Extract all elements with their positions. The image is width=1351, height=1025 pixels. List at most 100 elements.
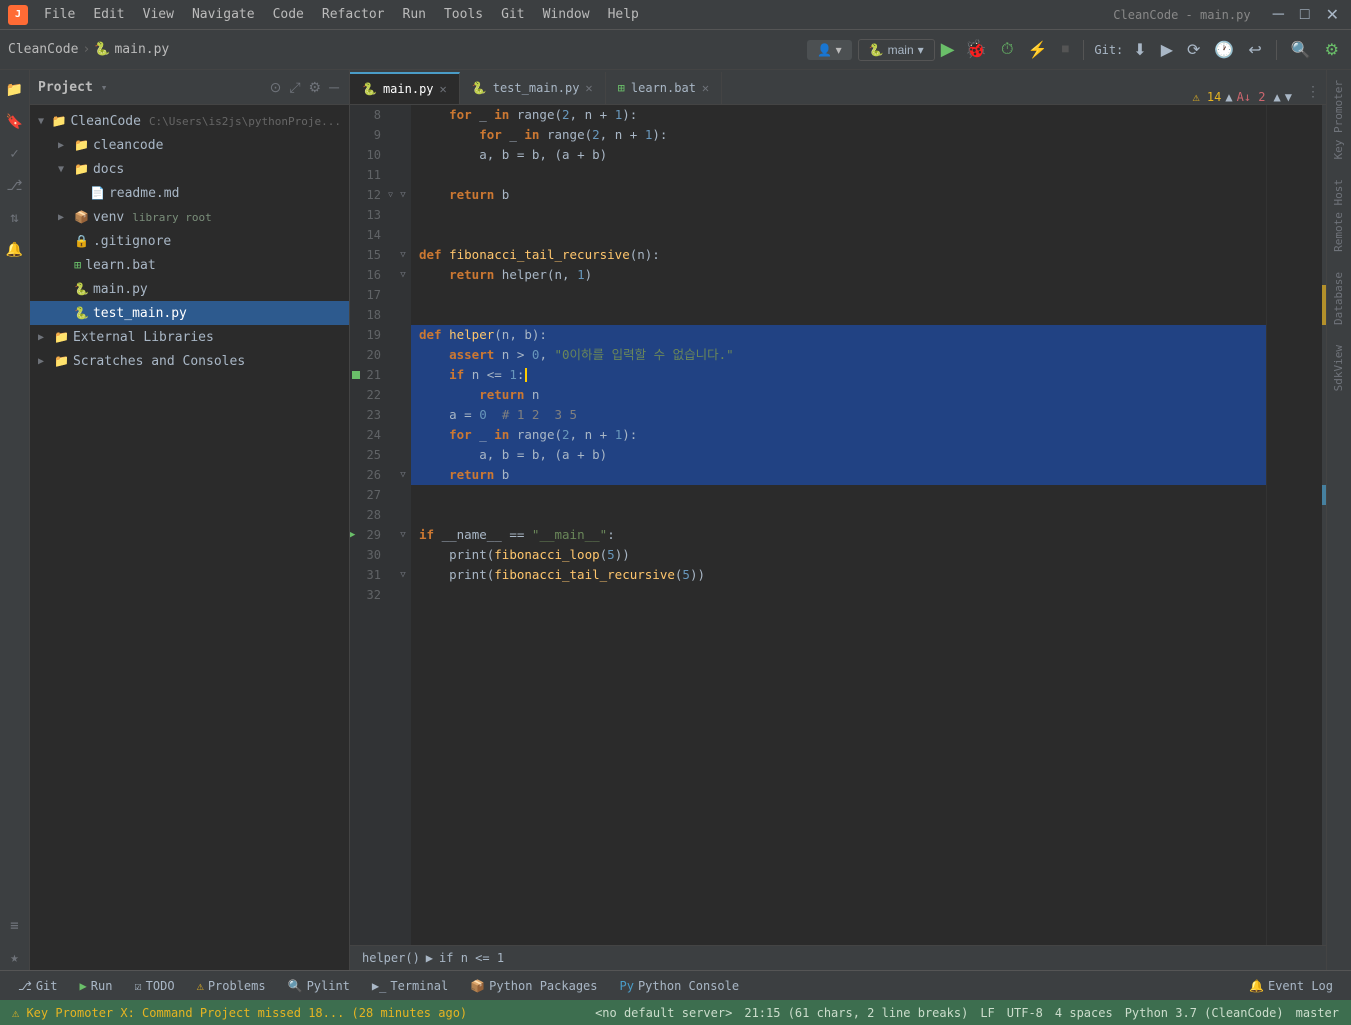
bottom-tab-run[interactable]: ▶ Run xyxy=(70,976,123,996)
gutter-26[interactable]: ▽ xyxy=(395,465,411,485)
panel-target-btn[interactable]: ⊙ xyxy=(268,77,284,98)
breadcrumb-file[interactable]: main.py xyxy=(114,42,169,57)
sidebar-bookmarks2-icon[interactable]: ★ xyxy=(3,946,27,970)
tree-scratches[interactable]: ▶ 📁 Scratches and Consoles xyxy=(30,349,349,373)
menu-run[interactable]: Run xyxy=(395,5,434,24)
menu-navigate[interactable]: Navigate xyxy=(184,5,263,24)
menu-edit[interactable]: Edit xyxy=(85,5,132,24)
sidebar-commit-icon[interactable]: ✓ xyxy=(3,142,27,166)
sidebar-structure-icon[interactable]: ≡ xyxy=(3,914,27,938)
breadcrumb-project[interactable]: CleanCode xyxy=(8,42,78,57)
bottom-tab-todo[interactable]: ☑ TODO xyxy=(124,976,184,996)
code-breadcrumb-condition[interactable]: if n <= 1 xyxy=(439,951,504,965)
code-breadcrumb-helper[interactable]: helper() xyxy=(362,951,420,965)
gutter-15[interactable]: ▽ xyxy=(395,245,411,265)
bottom-tab-pyconsole[interactable]: Py Python Console xyxy=(610,976,750,996)
readme-label: readme.md xyxy=(109,186,179,201)
project-dropdown-icon[interactable]: ▾ xyxy=(101,81,108,94)
bottom-tab-git[interactable]: ⎇ Git xyxy=(8,976,68,996)
branch-btn[interactable]: 🐍 main ▾ xyxy=(858,39,935,61)
panel-gear-btn[interactable]: ⚙ xyxy=(307,77,324,98)
sidebar-pull-icon[interactable]: ⇅ xyxy=(3,206,27,230)
tab-main-py[interactable]: 🐍 main.py ✕ xyxy=(350,72,460,104)
sidebar-bookmark-icon[interactable]: 🔖 xyxy=(3,110,27,134)
menu-code[interactable]: Code xyxy=(265,5,312,24)
tab-bat-close[interactable]: ✕ xyxy=(702,81,709,95)
right-label-keypromoter[interactable]: Key Promoter xyxy=(1327,70,1351,169)
venv-icon: 📦 xyxy=(74,210,89,224)
gutter-12[interactable]: ▽ xyxy=(395,185,411,205)
search-btn[interactable]: 🔍 xyxy=(1287,38,1315,62)
right-label-remotehost[interactable]: Remote Host xyxy=(1327,169,1351,262)
tree-testmainpy[interactable]: ▶ 🐍 test_main.py xyxy=(30,301,349,325)
minimap[interactable] xyxy=(1266,105,1326,945)
menu-git[interactable]: Git xyxy=(493,5,532,24)
tab-learn-bat[interactable]: ⊞ learn.bat ✕ xyxy=(606,72,723,104)
right-label-sdkview[interactable]: SdkView xyxy=(1327,335,1351,401)
tree-root[interactable]: ▼ 📁 CleanCode C:\Users\is2js\pythonProje… xyxy=(30,109,349,133)
settings-btn[interactable]: ⚙ xyxy=(1321,38,1343,62)
git-push-btn[interactable]: ▶ xyxy=(1157,38,1177,62)
tree-venv[interactable]: ▶ 📦 venv library root xyxy=(30,205,349,229)
status-line-ending[interactable]: LF xyxy=(980,1006,994,1020)
git-update-btn[interactable]: ⟳ xyxy=(1183,38,1204,62)
tree-docs[interactable]: ▼ 📁 docs xyxy=(30,157,349,181)
run-button[interactable]: ▶ xyxy=(941,39,955,60)
bottom-tab-pypackages[interactable]: 📦 Python Packages xyxy=(460,976,607,996)
gutter-29[interactable]: ▽ xyxy=(395,525,411,545)
user-btn[interactable]: 👤 ▾ xyxy=(807,40,851,60)
nav-up-btn[interactable]: ▲ xyxy=(1274,90,1281,104)
panel-expand-btn[interactable]: ⤢ xyxy=(287,77,302,98)
debug-btn[interactable]: 🐞 xyxy=(961,37,991,62)
tree-cleancode[interactable]: ▶ 📁 cleancode xyxy=(30,133,349,157)
maximize-btn[interactable]: □ xyxy=(1296,3,1314,27)
code-content[interactable]: for _ in range(2, n + 1): for _ in range… xyxy=(411,105,1266,945)
main-layout: 📁 🔖 ✓ ⎇ ⇅ 🔔 ≡ ★ Project ▾ ⊙ ⤢ ⚙ ─ ▼ 📁 Cl… xyxy=(0,70,1351,970)
gutter-16[interactable]: ▽ xyxy=(395,265,411,285)
stop-btn[interactable]: ⏹ xyxy=(1057,39,1073,61)
git-history-btn[interactable]: 🕐 xyxy=(1210,38,1238,62)
gutter-31[interactable]: ▽ xyxy=(395,565,411,585)
status-server[interactable]: <no default server> xyxy=(595,1006,732,1020)
tree-extlibs[interactable]: ▶ 📁 External Libraries xyxy=(30,325,349,349)
profile-btn[interactable]: ⚡ xyxy=(1023,38,1051,62)
menu-file[interactable]: File xyxy=(36,5,83,24)
bottom-tab-problems[interactable]: ⚠ Problems xyxy=(187,976,276,996)
sidebar-project-icon[interactable]: 📁 xyxy=(3,78,27,102)
tree-learnbat[interactable]: ▶ ⊞ learn.bat xyxy=(30,253,349,277)
error-arrow-up[interactable]: ▲ xyxy=(1225,90,1232,104)
menu-window[interactable]: Window xyxy=(535,5,598,24)
sidebar-git-icon[interactable]: ⎇ xyxy=(3,174,27,198)
minimize-btn[interactable]: ─ xyxy=(1269,3,1288,27)
tree-mainpy[interactable]: ▶ 🐍 main.py xyxy=(30,277,349,301)
menu-view[interactable]: View xyxy=(135,5,182,24)
menu-help[interactable]: Help xyxy=(600,5,647,24)
nav-down-btn[interactable]: ▼ xyxy=(1285,90,1292,104)
fold-12-icon[interactable]: ▽ xyxy=(388,185,393,205)
status-indent[interactable]: 4 spaces xyxy=(1055,1006,1113,1020)
tree-readme[interactable]: ▶ 📄 readme.md xyxy=(30,181,349,205)
menu-tools[interactable]: Tools xyxy=(436,5,491,24)
menu-refactor[interactable]: Refactor xyxy=(314,5,393,24)
tree-gitignore[interactable]: ▶ 🔒 .gitignore xyxy=(30,229,349,253)
status-encoding[interactable]: UTF-8 xyxy=(1007,1006,1043,1020)
close-btn[interactable]: ✕ xyxy=(1322,3,1343,27)
status-position[interactable]: 21:15 (61 chars, 2 line breaks) xyxy=(744,1006,968,1020)
bottom-tab-terminal[interactable]: ▶_ Terminal xyxy=(362,976,458,996)
tab-test-main-py[interactable]: 🐍 test_main.py ✕ xyxy=(460,72,606,104)
bottom-tab-pylint[interactable]: 🔍 Pylint xyxy=(278,976,360,996)
tab-bat-icon: ⊞ xyxy=(618,81,625,95)
tab-main-py-close[interactable]: ✕ xyxy=(440,82,447,96)
status-branch[interactable]: master xyxy=(1296,1006,1339,1020)
right-label-database[interactable]: Database xyxy=(1327,262,1351,335)
git-label: Git: xyxy=(1094,43,1123,57)
sidebar-notifications-icon[interactable]: 🔔 xyxy=(3,238,27,262)
bottom-tab-eventlog[interactable]: 🔔 Event Log xyxy=(1239,976,1343,996)
git-revert-btn[interactable]: ↩ xyxy=(1244,38,1265,62)
git-pull-btn[interactable]: ⬇ xyxy=(1129,38,1150,62)
tabs-more-btn[interactable]: ⋮ xyxy=(1300,79,1326,104)
status-python[interactable]: Python 3.7 (CleanCode) xyxy=(1125,1006,1284,1020)
panel-close-btn[interactable]: ─ xyxy=(327,77,341,97)
coverage-btn[interactable]: ⏱ xyxy=(997,39,1017,61)
tab-test-py-close[interactable]: ✕ xyxy=(585,81,592,95)
